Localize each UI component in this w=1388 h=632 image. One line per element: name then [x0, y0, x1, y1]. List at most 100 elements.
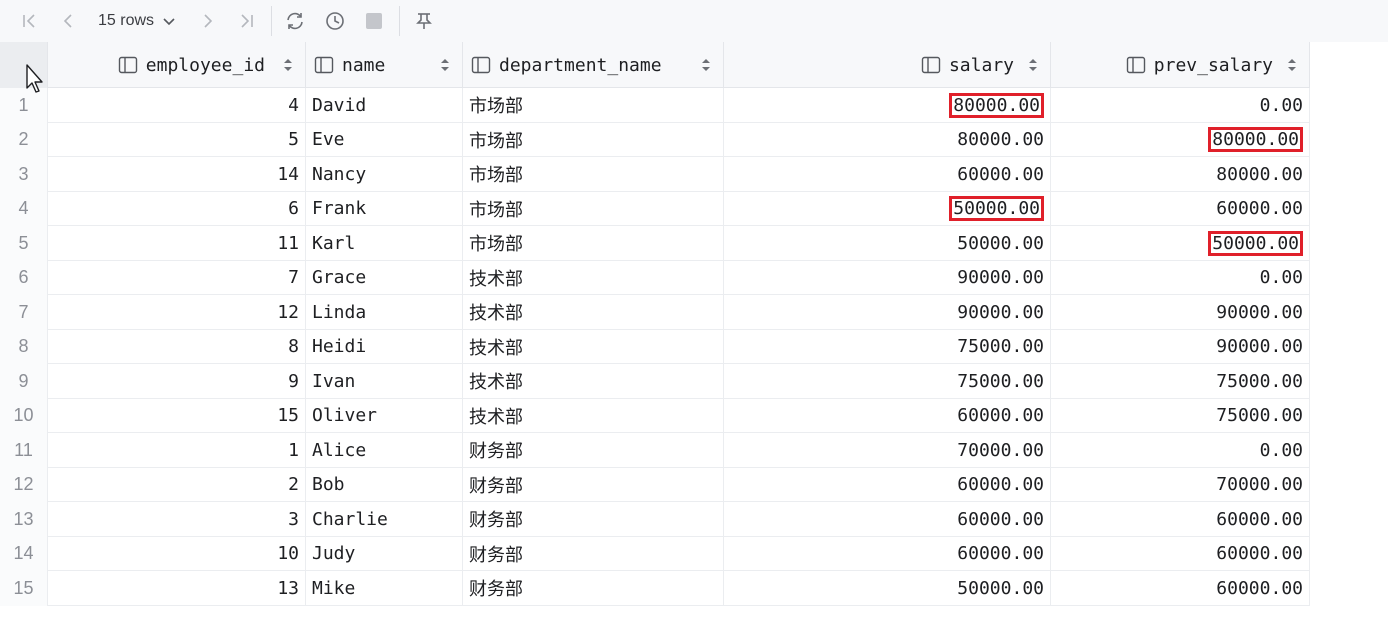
cell-employee-id[interactable]: 9: [48, 364, 306, 399]
cell-prev-salary[interactable]: 0.00: [1051, 88, 1310, 123]
table-row[interactable]: 10 15 Oliver 技术部 60000.00 75000.00: [0, 398, 1310, 433]
cell-prev-salary[interactable]: 60000.00: [1051, 191, 1310, 226]
cell-employee-id[interactable]: 1: [48, 433, 306, 468]
table-row[interactable]: 12 2 Bob 财务部 60000.00 70000.00: [0, 467, 1310, 502]
cell-department-name[interactable]: 市场部: [463, 191, 724, 226]
cell-salary[interactable]: 75000.00: [724, 329, 1051, 364]
column-header-department-name[interactable]: department_name: [463, 42, 724, 88]
table-row[interactable]: 1 4 David 市场部 80000.00 0.00: [0, 88, 1310, 123]
table-row[interactable]: 7 12 Linda 技术部 90000.00 90000.00: [0, 295, 1310, 330]
cell-employee-id[interactable]: 2: [48, 467, 306, 502]
table-row[interactable]: 11 1 Alice 财务部 70000.00 0.00: [0, 433, 1310, 468]
cell-name[interactable]: Judy: [306, 536, 463, 571]
table-row[interactable]: 4 6 Frank 市场部 50000.00 60000.00: [0, 191, 1310, 226]
cell-employee-id[interactable]: 3: [48, 502, 306, 537]
table-row[interactable]: 14 10 Judy 财务部 60000.00 60000.00: [0, 536, 1310, 571]
pin-icon[interactable]: [410, 7, 438, 35]
column-header-employee-id[interactable]: employee_id: [48, 42, 306, 88]
cell-department-name[interactable]: 技术部: [463, 260, 724, 295]
table-row[interactable]: 8 8 Heidi 技术部 75000.00 90000.00: [0, 329, 1310, 364]
cell-prev-salary[interactable]: 50000.00: [1051, 226, 1310, 261]
cell-salary[interactable]: 60000.00: [724, 536, 1051, 571]
cell-department-name[interactable]: 技术部: [463, 295, 724, 330]
cell-employee-id[interactable]: 5: [48, 122, 306, 157]
cell-employee-id[interactable]: 12: [48, 295, 306, 330]
cell-salary[interactable]: 90000.00: [724, 295, 1051, 330]
cell-prev-salary[interactable]: 0.00: [1051, 433, 1310, 468]
row-number[interactable]: 8: [0, 329, 48, 364]
first-page-icon[interactable]: [16, 7, 44, 35]
cell-name[interactable]: Heidi: [306, 329, 463, 364]
cell-name[interactable]: Mike: [306, 571, 463, 606]
cell-prev-salary[interactable]: 60000.00: [1051, 502, 1310, 537]
cell-department-name[interactable]: 技术部: [463, 398, 724, 433]
cell-employee-id[interactable]: 4: [48, 88, 306, 123]
sort-icon[interactable]: [1287, 58, 1297, 72]
cell-name[interactable]: Grace: [306, 260, 463, 295]
cell-name[interactable]: Oliver: [306, 398, 463, 433]
cell-prev-salary[interactable]: 90000.00: [1051, 295, 1310, 330]
cell-salary[interactable]: 60000.00: [724, 398, 1051, 433]
cell-salary[interactable]: 70000.00: [724, 433, 1051, 468]
cell-department-name[interactable]: 财务部: [463, 502, 724, 537]
column-header-salary[interactable]: salary: [724, 42, 1051, 88]
row-number[interactable]: 11: [0, 433, 48, 468]
cell-salary[interactable]: 75000.00: [724, 364, 1051, 399]
sort-icon[interactable]: [440, 58, 450, 72]
cell-salary[interactable]: 90000.00: [724, 260, 1051, 295]
stop-icon[interactable]: [360, 7, 388, 35]
cell-name[interactable]: Bob: [306, 467, 463, 502]
cell-employee-id[interactable]: 8: [48, 329, 306, 364]
cell-employee-id[interactable]: 11: [48, 226, 306, 261]
cell-employee-id[interactable]: 7: [48, 260, 306, 295]
cell-employee-id[interactable]: 6: [48, 191, 306, 226]
cell-name[interactable]: Ivan: [306, 364, 463, 399]
cell-department-name[interactable]: 市场部: [463, 88, 724, 123]
cell-prev-salary[interactable]: 0.00: [1051, 260, 1310, 295]
row-number[interactable]: 3: [0, 157, 48, 192]
table-row[interactable]: 15 13 Mike 财务部 50000.00 60000.00: [0, 571, 1310, 606]
cell-name[interactable]: David: [306, 88, 463, 123]
refresh-icon[interactable]: [281, 7, 309, 35]
cell-name[interactable]: Alice: [306, 433, 463, 468]
table-row[interactable]: 6 7 Grace 技术部 90000.00 0.00: [0, 260, 1310, 295]
cell-name[interactable]: Nancy: [306, 157, 463, 192]
cell-department-name[interactable]: 技术部: [463, 364, 724, 399]
history-icon[interactable]: [321, 7, 349, 35]
cell-department-name[interactable]: 市场部: [463, 226, 724, 261]
cell-name[interactable]: Eve: [306, 122, 463, 157]
cell-department-name[interactable]: 财务部: [463, 536, 724, 571]
cell-department-name[interactable]: 市场部: [463, 157, 724, 192]
row-number[interactable]: 5: [0, 226, 48, 261]
cell-prev-salary[interactable]: 90000.00: [1051, 329, 1310, 364]
row-number[interactable]: 2: [0, 122, 48, 157]
cell-name[interactable]: Frank: [306, 191, 463, 226]
row-number[interactable]: 13: [0, 502, 48, 537]
table-row[interactable]: 9 9 Ivan 技术部 75000.00 75000.00: [0, 364, 1310, 399]
cell-department-name[interactable]: 技术部: [463, 329, 724, 364]
table-row[interactable]: 2 5 Eve 市场部 80000.00 80000.00: [0, 122, 1310, 157]
row-number[interactable]: 9: [0, 364, 48, 399]
row-number[interactable]: 6: [0, 260, 48, 295]
last-page-icon[interactable]: [232, 7, 260, 35]
row-number[interactable]: 10: [0, 398, 48, 433]
row-number[interactable]: 7: [0, 295, 48, 330]
cell-salary[interactable]: 60000.00: [724, 502, 1051, 537]
rows-selector[interactable]: 15 rows: [98, 9, 176, 33]
row-number[interactable]: 4: [0, 191, 48, 226]
row-number[interactable]: 15: [0, 571, 48, 606]
cell-prev-salary[interactable]: 80000.00: [1051, 157, 1310, 192]
column-header-name[interactable]: name: [306, 42, 463, 88]
row-number[interactable]: 12: [0, 467, 48, 502]
cell-salary[interactable]: 50000.00: [724, 191, 1051, 226]
next-page-icon[interactable]: [194, 7, 222, 35]
sort-icon[interactable]: [701, 58, 711, 72]
cell-salary[interactable]: 80000.00: [724, 122, 1051, 157]
cell-prev-salary[interactable]: 80000.00: [1051, 122, 1310, 157]
cell-salary[interactable]: 60000.00: [724, 157, 1051, 192]
cell-prev-salary[interactable]: 70000.00: [1051, 467, 1310, 502]
cell-employee-id[interactable]: 10: [48, 536, 306, 571]
cell-salary[interactable]: 80000.00: [724, 88, 1051, 123]
cell-salary[interactable]: 60000.00: [724, 467, 1051, 502]
cell-prev-salary[interactable]: 60000.00: [1051, 536, 1310, 571]
